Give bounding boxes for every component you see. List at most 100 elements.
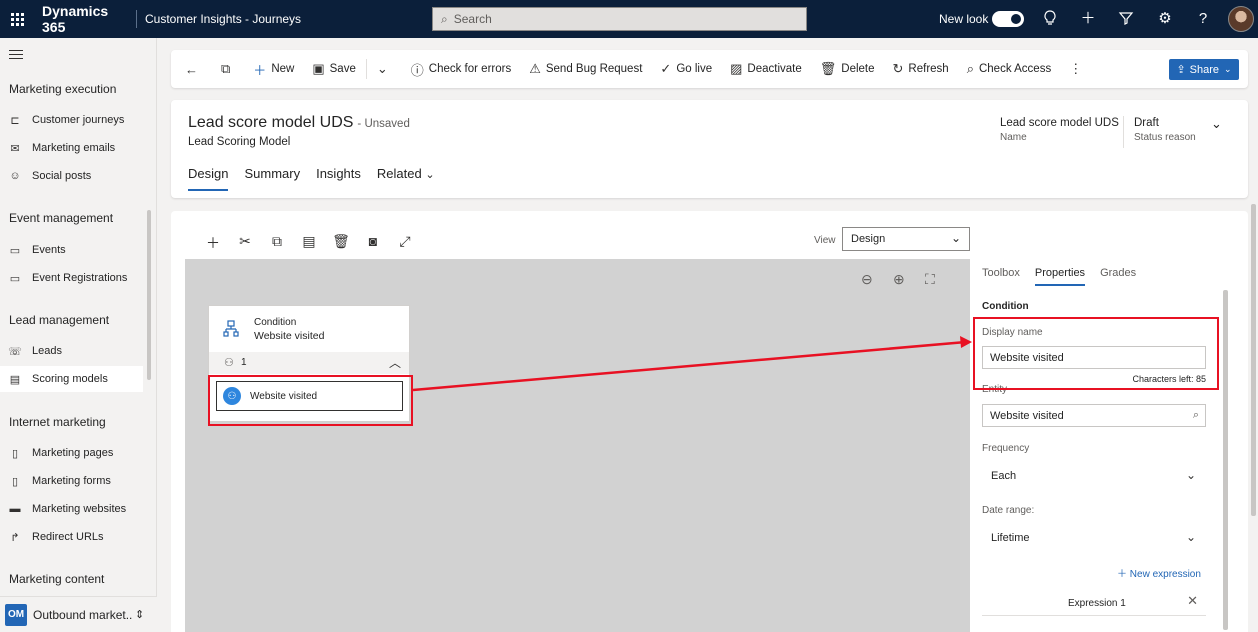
sidebar-item-customer-journeys[interactable]: ⊏ Customer journeys: [0, 107, 143, 133]
branch-icon: ⚇: [224, 357, 234, 369]
go-live-button[interactable]: ✓ Go live: [660, 61, 712, 77]
frequency-select[interactable]: Each ⌄: [982, 463, 1206, 489]
sidebar-item-redirect-urls[interactable]: ↱ Redirect URLs: [0, 524, 143, 550]
cut-icon[interactable]: ✂: [229, 233, 261, 253]
entity-value: Website visited: [990, 409, 1064, 422]
app-name[interactable]: Dynamics 365: [42, 3, 132, 35]
delete-tile-icon[interactable]: 🗑: [325, 233, 357, 253]
record-entity: Lead Scoring Model: [188, 136, 291, 148]
condition-item-website-visited[interactable]: ⚇ Website visited: [216, 381, 403, 411]
condition-tile[interactable]: Condition Website visited ⚇ 1 ︿ ⚇ Websit…: [208, 305, 410, 422]
more-commands-button[interactable]: ⋮: [1069, 61, 1087, 77]
condition-branch-bar[interactable]: ⚇ 1 ︿: [209, 352, 409, 374]
tab-summary[interactable]: Summary: [244, 166, 300, 191]
zoom-in-icon[interactable]: ⊕: [893, 271, 905, 288]
sidebar-item-label: Redirect URLs: [32, 531, 104, 543]
entity-input[interactable]: Website visited ⌕: [982, 404, 1206, 427]
sidebar-item-scoring-models[interactable]: ▤ Scoring models: [0, 366, 143, 392]
condition-tile-header[interactable]: Condition Website visited: [209, 306, 409, 352]
sidebar-item-marketing-pages[interactable]: ▯ Marketing pages: [0, 440, 143, 466]
screenshot-icon[interactable]: ◙: [357, 233, 389, 253]
expand-icon[interactable]: ⤢: [389, 233, 421, 253]
tab-related[interactable]: Related ⌄: [377, 166, 435, 191]
group-internet-marketing: Internet marketing: [9, 415, 106, 429]
condition-name: Website visited: [254, 330, 325, 342]
megaphone-icon: ⊏: [10, 114, 20, 127]
sidebar-item-marketing-emails[interactable]: ✉ Marketing emails: [0, 135, 143, 161]
new-expression-button[interactable]: ＋ New expression: [1117, 565, 1201, 580]
plus-icon[interactable]: ＋: [1079, 10, 1097, 28]
sidebar-scrollbar[interactable]: [147, 210, 151, 380]
header-expand-chevron-icon[interactable]: ⌄: [1211, 116, 1222, 132]
global-search-input[interactable]: ⌕ Search: [432, 7, 807, 31]
refresh-label: Refresh: [908, 63, 949, 75]
view-select[interactable]: Design ⌄: [842, 227, 970, 251]
deactivate-button[interactable]: ▨ Deactivate: [730, 61, 802, 77]
gear-icon[interactable]: ⚙: [1156, 10, 1174, 28]
area-label: Outbound market...: [33, 607, 133, 622]
share-icon: ⇪: [1176, 64, 1186, 76]
condition-item-label: Website visited: [250, 390, 318, 402]
header-status-field[interactable]: Draft Status reason: [1134, 117, 1196, 143]
sidebar-item-marketing-forms[interactable]: ▯ Marketing forms: [0, 468, 143, 494]
check-access-button[interactable]: ⌕ Check Access: [967, 61, 1052, 77]
popout-button[interactable]: ⧉: [221, 61, 235, 77]
new-look-toggle[interactable]: [992, 11, 1024, 27]
close-icon[interactable]: ✕: [1187, 593, 1198, 609]
sidebar-item-label: Marketing websites: [32, 503, 127, 515]
display-name-input[interactable]: Website visited: [982, 346, 1206, 369]
plus-icon: ＋: [1117, 569, 1127, 580]
save-button[interactable]: ▣ Save: [312, 61, 356, 77]
properties-scrollbar[interactable]: [1223, 290, 1228, 630]
back-arrow-icon: ←: [185, 61, 198, 77]
sidebar-item-label: Social posts: [32, 170, 92, 182]
tab-properties[interactable]: Properties: [1034, 267, 1086, 286]
chevron-up-icon[interactable]: ︿: [389, 354, 401, 371]
app-area-name[interactable]: Customer Insights - Journeys: [145, 12, 415, 26]
help-icon[interactable]: ?: [1194, 10, 1212, 28]
sidebar-item-leads[interactable]: ☏ Leads: [0, 338, 143, 364]
zoom-out-icon[interactable]: ⊖: [861, 271, 873, 288]
header-name-field[interactable]: Lead score model UDS Name: [1000, 117, 1119, 143]
sidebar-item-event-registrations[interactable]: ▭ Event Registrations: [0, 265, 143, 291]
expression-item[interactable]: Expression 1 ✕: [982, 592, 1206, 616]
unsaved-indicator: - Unsaved: [357, 118, 410, 130]
expression-label: Expression 1: [1068, 598, 1126, 609]
tab-grades[interactable]: Grades: [1100, 267, 1136, 286]
user-avatar[interactable]: [1228, 6, 1254, 32]
save-options-button[interactable]: ⌄: [377, 61, 393, 77]
paste-icon[interactable]: ▤: [293, 233, 325, 253]
search-icon[interactable]: ⌕: [1193, 409, 1199, 422]
record-title: Lead score model UDS - Unsaved: [188, 114, 410, 132]
copy-icon[interactable]: ⧉: [261, 233, 293, 253]
chevron-down-icon: ⌄: [425, 169, 435, 181]
check-errors-button[interactable]: ⓘ Check for errors: [411, 60, 511, 79]
send-bug-button[interactable]: ⚠ Send Bug Request: [529, 61, 642, 77]
properties-panel: Toolbox Properties Grades Condition Disp…: [971, 259, 1233, 632]
filter-icon[interactable]: [1117, 10, 1135, 28]
lightbulb-icon[interactable]: [1041, 10, 1059, 28]
chevron-down-icon: ⌄: [1185, 530, 1196, 544]
design-canvas[interactable]: ⊖ ⊕ ⛶ Condition Website visited ⚇ 1 ︿ ⚇ …: [185, 259, 970, 632]
app-launcher-button[interactable]: [0, 0, 34, 38]
tab-design[interactable]: Design: [188, 166, 229, 191]
new-button[interactable]: ＋ New: [253, 60, 294, 79]
share-button[interactable]: ⇪ Share ⌄: [1169, 59, 1239, 80]
date-range-select[interactable]: Lifetime ⌄: [982, 525, 1206, 551]
page-scrollbar[interactable]: [1251, 204, 1256, 516]
tab-toolbox[interactable]: Toolbox: [982, 267, 1020, 286]
plus-icon: ＋: [253, 62, 267, 78]
web-activity-icon: ⚇: [223, 387, 241, 405]
back-button[interactable]: ←: [185, 62, 203, 77]
frequency-label: Frequency: [982, 443, 1030, 454]
fit-to-screen-icon[interactable]: ⛶: [925, 271, 935, 288]
sidebar-item-social-posts[interactable]: ☺ Social posts: [0, 163, 143, 189]
refresh-button[interactable]: ↻ Refresh: [893, 61, 949, 77]
tab-insights[interactable]: Insights: [316, 166, 361, 191]
sidebar-item-marketing-websites[interactable]: ▬ Marketing websites: [0, 496, 143, 522]
delete-button[interactable]: 🗑 Delete: [820, 61, 875, 77]
sidebar-item-events[interactable]: ▭ Events: [0, 237, 143, 263]
add-tile-icon[interactable]: ＋: [197, 233, 229, 253]
area-switcher[interactable]: OM Outbound market... ⇕: [0, 596, 157, 632]
hamburger-menu-icon[interactable]: [9, 50, 23, 62]
